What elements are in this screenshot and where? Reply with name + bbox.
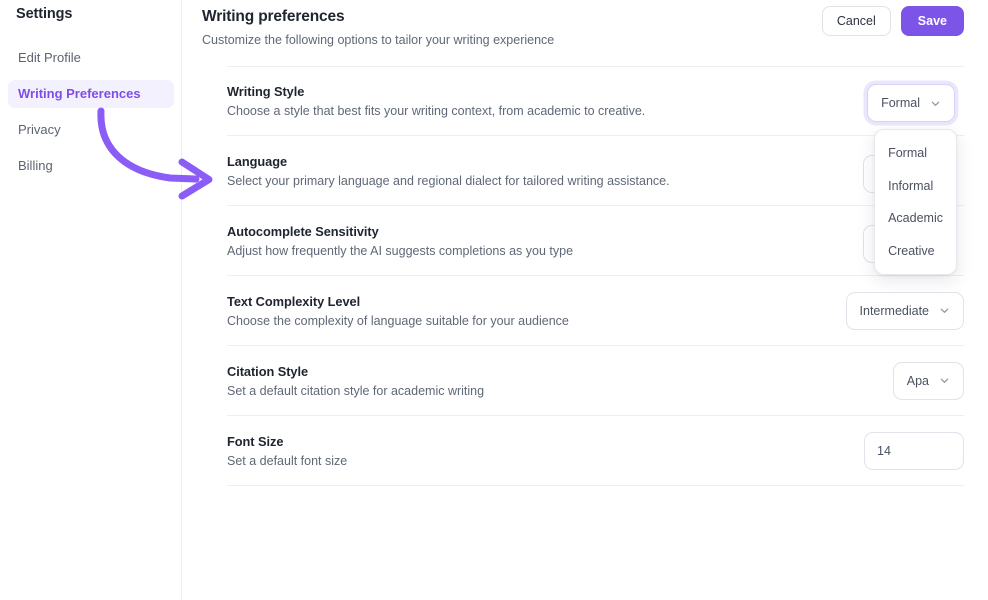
setting-description: Choose the complexity of language suitab…: [227, 313, 569, 328]
text-complexity-value: Intermediate: [859, 303, 929, 318]
setting-description: Set a default font size: [227, 453, 348, 468]
setting-description: Choose a style that best fits your writi…: [227, 104, 646, 118]
setting-text: Font Size Set a default font size: [227, 434, 347, 468]
dropdown-option-formal[interactable]: Formal: [875, 137, 956, 170]
page-subtitle: Customize the following options to tailo…: [202, 33, 555, 47]
writing-style-dropdown-menu: Formal Informal Academic Creative: [874, 129, 958, 275]
dropdown-option-informal[interactable]: Informal: [875, 170, 956, 203]
setting-text: Text Complexity Level Choose the complex…: [227, 294, 569, 328]
setting-text: Autocomplete Sensitivity Adjust how freq…: [227, 224, 573, 258]
writing-style-select-wrapper: Formal Formal Informal Academic Creative: [867, 84, 958, 275]
writing-style-value: Formal: [881, 96, 920, 110]
setting-row-citation-style: Citation Style Set a default citation st…: [227, 346, 964, 416]
setting-label: Language: [227, 153, 288, 169]
setting-label: Text Complexity Level: [227, 293, 361, 309]
setting-control: [864, 431, 964, 470]
setting-row-autocomplete-sensitivity: Autocomplete Sensitivity Adjust how freq…: [227, 206, 964, 276]
setting-description: Set a default citation style for academi…: [227, 383, 485, 398]
font-size-input[interactable]: [864, 431, 964, 470]
sidebar: Settings Edit Profile Writing Preference…: [0, 0, 182, 600]
sidebar-item-writing-preferences[interactable]: Writing Preferences: [8, 80, 174, 108]
setting-text: Language Select your primary language an…: [227, 154, 670, 188]
citation-style-select[interactable]: Apa: [892, 361, 964, 400]
cancel-button[interactable]: Cancel: [821, 6, 891, 36]
text-complexity-select[interactable]: Intermediate: [845, 291, 964, 330]
settings-page: Settings Edit Profile Writing Preference…: [0, 0, 988, 600]
setting-row-font-size: Font Size Set a default font size: [227, 416, 964, 486]
settings-list: Writing Style Choose a style that best f…: [227, 66, 964, 486]
citation-style-value: Apa: [906, 373, 929, 388]
sidebar-item-edit-profile[interactable]: Edit Profile: [8, 44, 174, 72]
setting-text: Writing Style Choose a style that best f…: [227, 84, 645, 118]
sidebar-title: Settings: [16, 6, 73, 22]
setting-label: Writing Style: [227, 84, 305, 99]
page-title: Writing preferences: [202, 8, 345, 25]
setting-row-writing-style: Writing Style Choose a style that best f…: [227, 66, 964, 136]
setting-control: Intermediate: [845, 291, 964, 330]
writing-style-select[interactable]: Formal: [867, 84, 955, 122]
setting-label: Font Size: [227, 433, 284, 449]
chevron-down-icon: [930, 98, 941, 109]
chevron-down-icon: [939, 375, 950, 386]
setting-description: Select your primary language and regiona…: [227, 173, 670, 188]
sidebar-nav: Edit Profile Writing Preferences Privacy…: [8, 44, 174, 188]
dropdown-option-creative[interactable]: Creative: [875, 235, 956, 268]
dropdown-option-academic[interactable]: Academic: [875, 202, 956, 235]
header-actions: Cancel Save: [821, 6, 964, 36]
sidebar-item-billing[interactable]: Billing: [8, 152, 174, 180]
setting-row-text-complexity-level: Text Complexity Level Choose the complex…: [227, 276, 964, 346]
save-button[interactable]: Save: [900, 6, 964, 36]
setting-label: Autocomplete Sensitivity: [227, 223, 379, 239]
setting-control: Apa: [892, 361, 964, 400]
setting-description: Adjust how frequently the AI suggests co…: [227, 243, 574, 258]
sidebar-item-privacy[interactable]: Privacy: [8, 116, 174, 144]
chevron-down-icon: [939, 305, 950, 316]
setting-text: Citation Style Set a default citation st…: [227, 364, 484, 398]
setting-label: Citation Style: [227, 363, 309, 379]
main-content: Writing preferences Customize the follow…: [182, 0, 988, 600]
setting-row-language: Language Select your primary language an…: [227, 136, 964, 206]
